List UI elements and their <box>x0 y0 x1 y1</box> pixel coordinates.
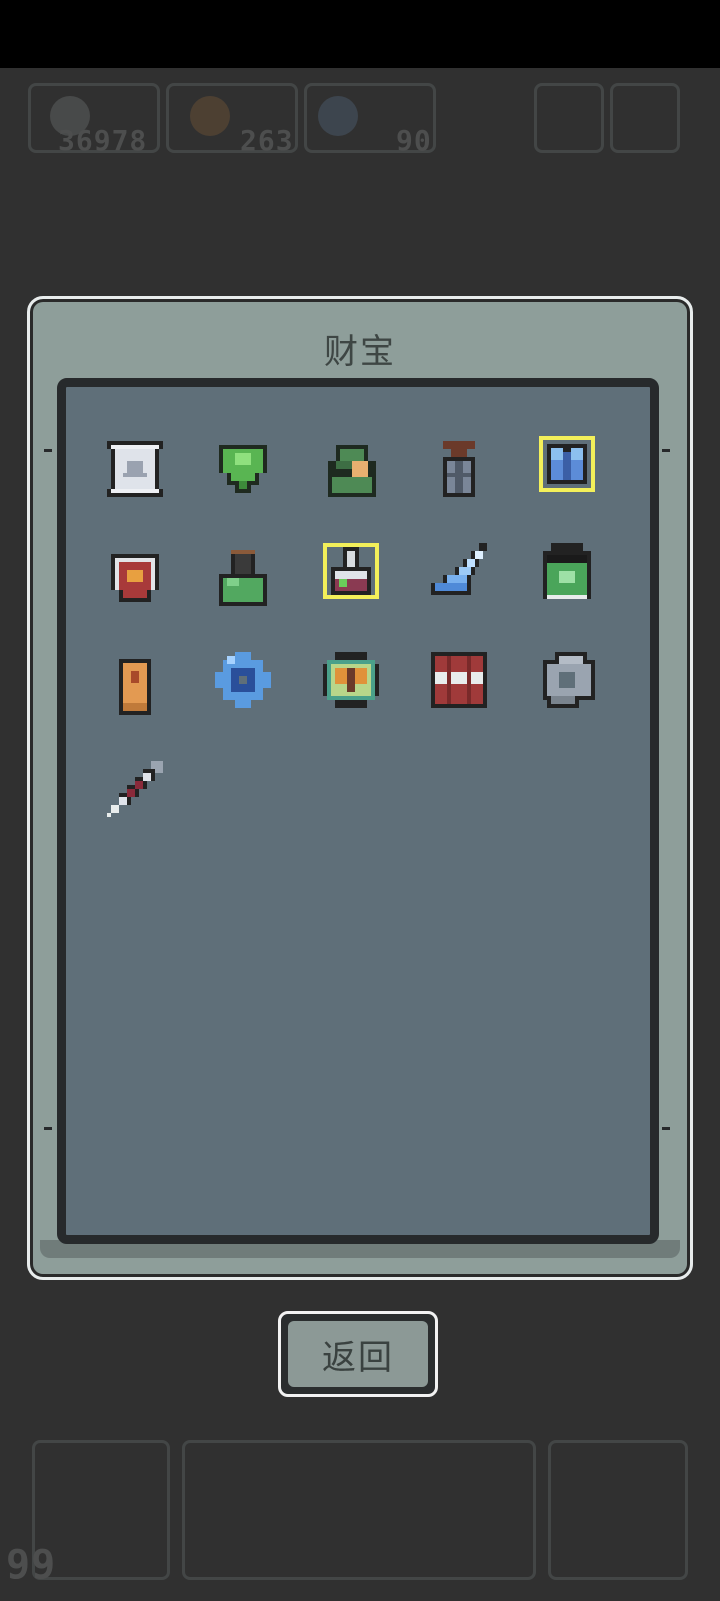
dialog-title: 财宝 <box>324 332 396 372</box>
settings-slot <box>534 83 604 153</box>
level-count: 99 <box>6 1542 57 1588</box>
soldier-helmet-icon[interactable] <box>320 437 384 501</box>
grenade-icon[interactable] <box>427 437 491 501</box>
red-crate-icon[interactable] <box>427 648 491 712</box>
frame-notch <box>44 1127 52 1130</box>
soul-count: 36978 <box>58 124 148 157</box>
crystal-icon <box>318 96 358 136</box>
scroll-icon[interactable] <box>103 437 167 501</box>
back-button[interactable]: 返回 <box>278 1311 438 1397</box>
blue-gear-icon[interactable] <box>211 648 275 712</box>
character-slot <box>548 1440 688 1580</box>
center-slot <box>182 1440 536 1580</box>
frame-notch <box>662 449 670 452</box>
bullet-icon[interactable] <box>103 655 167 719</box>
frame-notch <box>44 449 52 452</box>
fire-icon <box>190 96 230 136</box>
ice-shard-icon[interactable] <box>427 539 491 603</box>
red-shield-icon[interactable] <box>103 546 167 610</box>
green-flask-icon[interactable] <box>211 546 275 610</box>
crystal-count: 90 <box>396 124 432 157</box>
back-button-label: 返回 <box>288 1321 428 1387</box>
syringe-icon[interactable] <box>103 757 167 821</box>
frame-notch <box>662 1127 670 1130</box>
green-battery-icon[interactable] <box>535 539 599 603</box>
potion-flask-icon[interactable] <box>319 539 383 603</box>
butterfly-medal-icon[interactable] <box>319 648 383 712</box>
fire-count: 263 <box>240 124 294 157</box>
steel-nut-icon[interactable] <box>535 648 599 712</box>
menu-slot <box>610 83 680 153</box>
green-gem-icon[interactable] <box>211 437 275 501</box>
blue-armor-icon[interactable] <box>535 432 599 496</box>
